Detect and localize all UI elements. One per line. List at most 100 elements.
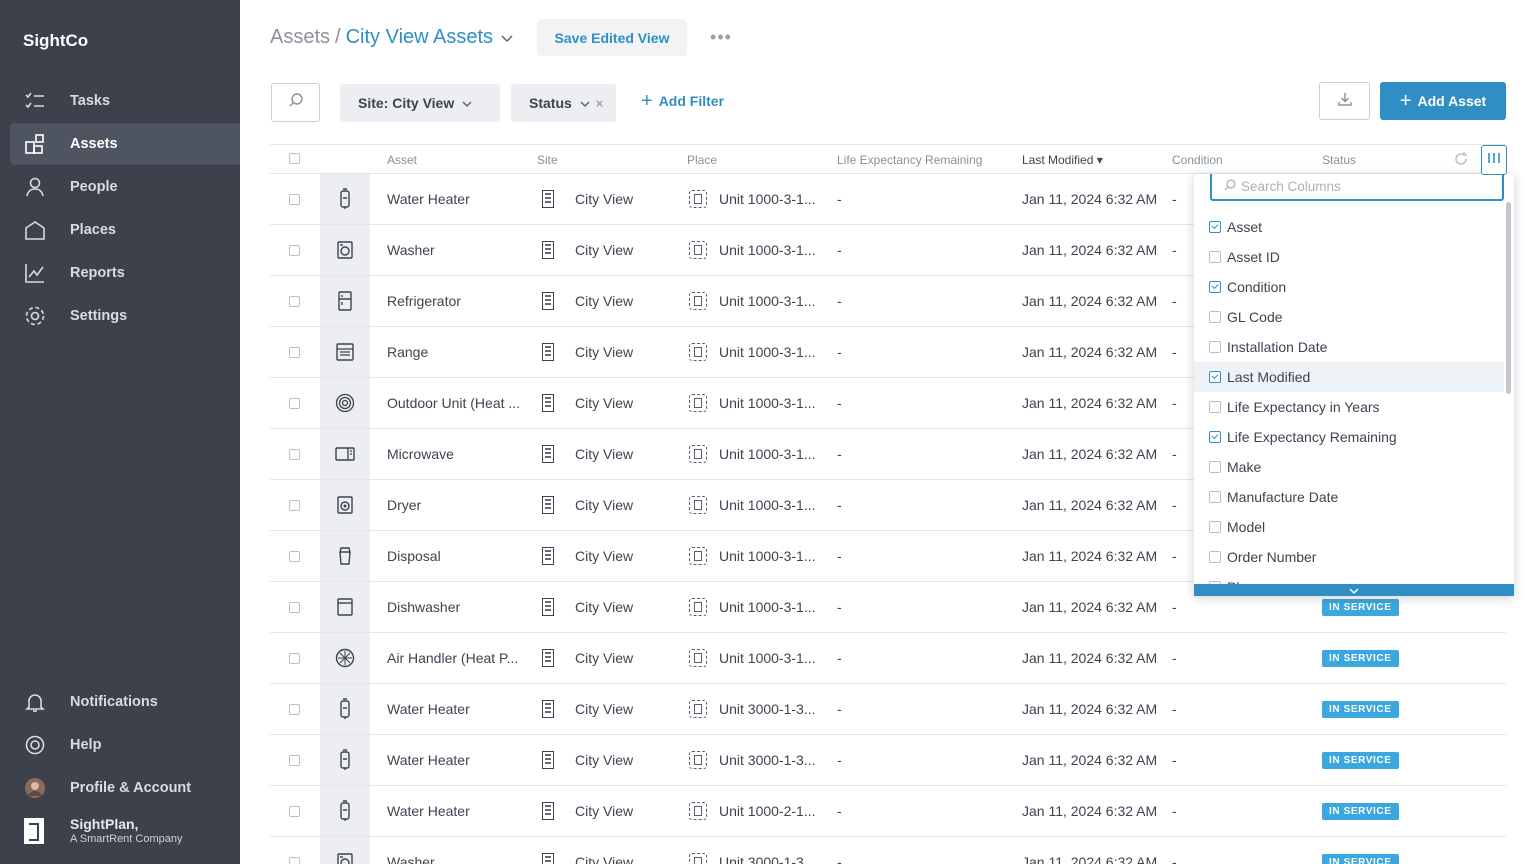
sidebar-item-notifications[interactable]: Notifications [10, 681, 240, 723]
asset-name[interactable]: Water Heater [387, 174, 470, 224]
column-list-scrollbar[interactable] [1506, 202, 1511, 394]
column-option[interactable]: Life Expectancy Remaining [1194, 422, 1504, 452]
column-option-checkbox[interactable] [1209, 461, 1221, 473]
asset-name[interactable]: Water Heater [387, 786, 470, 836]
column-header-site[interactable]: Site [537, 153, 558, 167]
column-settings-button[interactable] [1481, 145, 1507, 175]
asset-name[interactable]: Water Heater [387, 684, 470, 734]
row-checkbox[interactable] [289, 174, 300, 224]
column-header-place[interactable]: Place [687, 153, 717, 167]
column-option-checkbox[interactable] [1209, 311, 1221, 323]
asset-name[interactable]: Outdoor Unit (Heat ... [387, 378, 520, 428]
status-badge: IN SERVICE [1322, 633, 1399, 683]
column-option[interactable]: Asset ID [1194, 242, 1504, 272]
column-option-checkbox[interactable] [1209, 551, 1221, 563]
column-option[interactable]: Order Number [1194, 542, 1504, 572]
scroll-down-button[interactable] [1194, 584, 1514, 596]
column-option[interactable]: GL Code [1194, 302, 1504, 332]
table-row[interactable]: Water Heater City View Unit 3000-1-3... - Ja… [270, 735, 1506, 786]
table-row[interactable]: Water Heater City View Unit 1000-2-1... - Ja… [270, 786, 1506, 837]
sidebar-item-people[interactable]: People [10, 166, 240, 208]
place-icon [689, 480, 707, 530]
row-checkbox[interactable] [289, 837, 300, 864]
column-header-asset[interactable]: Asset [387, 153, 417, 167]
row-checkbox[interactable] [289, 276, 300, 326]
asset-name[interactable]: Disposal [387, 531, 441, 581]
row-checkbox[interactable] [289, 480, 300, 530]
asset-name[interactable]: Refrigerator [387, 276, 461, 326]
view-name[interactable]: City View Assets [346, 26, 493, 49]
column-option-checkbox[interactable] [1209, 371, 1221, 383]
row-checkbox[interactable] [289, 429, 300, 479]
asset-name[interactable]: Air Handler (Heat P... [387, 633, 518, 683]
row-checkbox[interactable] [289, 633, 300, 683]
column-option-checkbox[interactable] [1209, 401, 1221, 413]
row-checkbox[interactable] [289, 327, 300, 377]
row-checkbox[interactable] [289, 531, 300, 581]
more-options-icon[interactable]: ••• [707, 27, 735, 47]
sidebar-item-settings[interactable]: Settings [10, 295, 240, 337]
column-option-checkbox[interactable] [1209, 251, 1221, 263]
column-option[interactable]: Last Modified [1194, 362, 1504, 392]
asset-name[interactable]: Dishwasher [387, 582, 460, 632]
column-option-checkbox[interactable] [1209, 281, 1221, 293]
breadcrumb-root[interactable]: Assets [270, 26, 330, 49]
sidebar-item-assets[interactable]: Assets [10, 123, 240, 165]
table-row[interactable]: Washer City View Unit 3000-1-3... - Jan 11, … [270, 837, 1506, 864]
row-checkbox[interactable] [289, 786, 300, 836]
row-checkbox[interactable] [289, 378, 300, 428]
column-option[interactable]: Asset [1194, 212, 1504, 242]
column-option[interactable]: Model [1194, 512, 1504, 542]
asset-name[interactable]: Washer [387, 225, 435, 275]
asset-name[interactable]: Water Heater [387, 735, 470, 785]
column-option-checkbox[interactable] [1209, 491, 1221, 503]
asset-name[interactable]: Range [387, 327, 428, 377]
sidebar-item-profile[interactable]: Profile & Account [10, 767, 240, 809]
asset-name[interactable]: Washer [387, 837, 435, 864]
sidebar-item-places[interactable]: Places [10, 209, 240, 251]
row-checkbox[interactable] [289, 684, 300, 734]
status-badge-label: IN SERVICE [1322, 802, 1399, 820]
last-modified-value: Jan 11, 2024 6:32 AM [1022, 395, 1158, 411]
status-filter-chip[interactable]: Status × [511, 84, 616, 122]
refresh-icon[interactable] [1453, 151, 1469, 170]
column-option[interactable]: Life Expectancy in Years [1194, 392, 1504, 422]
row-checkbox[interactable] [289, 582, 300, 632]
column-option[interactable]: Make [1194, 452, 1504, 482]
column-option[interactable]: Manufacture Date [1194, 482, 1504, 512]
download-button[interactable] [1319, 82, 1370, 120]
row-checkbox[interactable] [289, 225, 300, 275]
column-option[interactable]: Condition [1194, 272, 1504, 302]
add-filter-button[interactable]: + Add Filter [641, 91, 724, 111]
chevron-down-icon[interactable] [501, 26, 513, 49]
add-asset-button[interactable]: + Add Asset [1380, 82, 1506, 120]
sidebar-item-reports[interactable]: Reports [10, 252, 240, 294]
select-all-checkbox[interactable] [289, 153, 300, 164]
site-filter-chip[interactable]: Site: City View [340, 84, 500, 122]
clear-filter-icon[interactable]: × [596, 96, 604, 111]
column-header-last-modified[interactable]: Last Modified ▾ [1022, 153, 1103, 167]
sidebar-item-help[interactable]: Help [10, 724, 240, 766]
column-header-status[interactable]: Status [1322, 153, 1356, 167]
last-modified-value: Jan 11, 2024 6:32 AM [1022, 650, 1158, 666]
row-checkbox[interactable] [289, 735, 300, 785]
search-button[interactable] [271, 83, 320, 122]
column-option-checkbox[interactable] [1209, 341, 1221, 353]
table-row[interactable]: Water Heater City View Unit 3000-1-3... - Ja… [270, 684, 1506, 735]
place-icon [689, 429, 707, 479]
column-header-condition[interactable]: Condition [1172, 153, 1223, 167]
footer-title: SightPlan, [70, 816, 139, 832]
column-option-checkbox[interactable] [1209, 221, 1221, 233]
column-search-input[interactable]: Search Columns [1210, 174, 1504, 201]
column-option-checkbox[interactable] [1209, 521, 1221, 533]
column-header-life-expectancy[interactable]: Life Expectancy Remaining [837, 153, 982, 167]
home-icon [24, 219, 46, 241]
asset-name[interactable]: Dryer [387, 480, 421, 530]
microwave-icon [320, 429, 370, 479]
sidebar-item-tasks[interactable]: Tasks [10, 80, 240, 122]
save-edited-view-button[interactable]: Save Edited View [537, 19, 687, 56]
table-row[interactable]: Air Handler (Heat P... City View Unit 1000… [270, 633, 1506, 684]
column-option[interactable]: Installation Date [1194, 332, 1504, 362]
column-option-checkbox[interactable] [1209, 431, 1221, 443]
asset-name[interactable]: Microwave [387, 429, 454, 479]
